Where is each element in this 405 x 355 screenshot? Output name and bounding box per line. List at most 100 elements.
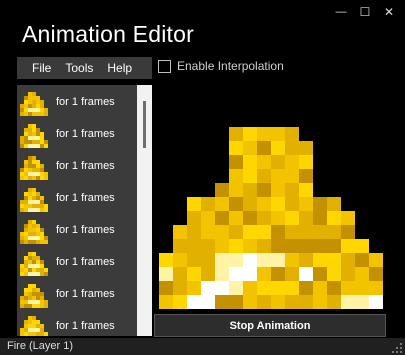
resize-grip-icon[interactable] [392,343,402,353]
stop-animation-button[interactable]: Stop Animation [154,314,386,337]
fire-pixel [243,267,257,281]
menu-help[interactable]: Help [100,61,139,75]
fire-pixel [243,155,257,169]
fire-pixel [327,295,341,309]
fire-pixel [215,281,229,295]
fire-pixel [257,267,271,281]
fire-pixel [257,295,271,309]
fire-pixel [299,239,313,253]
fire-pixel [243,169,257,183]
fire-pixel [313,225,327,239]
fire-pixel [341,281,355,295]
fire-pixel [327,253,341,267]
fire-pixel [299,197,313,211]
frame-thumbnail-icon [19,184,49,212]
fire-pixel [229,267,243,281]
fire-pixel [173,295,187,309]
menu-bar: File Tools Help [17,57,152,79]
status-text: Fire (Layer 1) [7,340,74,352]
frame-label: for 1 frames [56,95,115,108]
fire-pixel [369,253,383,267]
fire-pixel [285,169,299,183]
fire-pixel [299,183,313,197]
fire-pixel [187,295,201,309]
animation-preview-canvas[interactable] [159,117,383,309]
fire-pixel [271,155,285,169]
fire-pixel [215,253,229,267]
menu-file[interactable]: File [17,61,58,75]
fire-pixel [271,127,285,141]
fire-pixel [215,225,229,239]
fire-pixel [313,295,327,309]
fire-pixel [327,239,341,253]
fire-pixel [215,267,229,281]
fire-pixel [313,253,327,267]
minimize-button[interactable]: — [331,4,351,20]
fire-pixel [299,225,313,239]
fire-pixel [229,169,243,183]
fire-pixel [355,267,369,281]
frame-label: for 1 frames [56,159,115,172]
fire-pixel [187,253,201,267]
frame-item[interactable]: for 1 frames [19,87,139,116]
fire-pixel [369,267,383,281]
fire-pixel [257,281,271,295]
fire-pixel [229,183,243,197]
fire-pixel [271,225,285,239]
fire-pixel [285,183,299,197]
maximize-button[interactable]: ☐ [355,4,375,20]
frame-item[interactable]: for 1 frames [19,119,139,148]
scrollbar-thumb[interactable] [143,101,146,148]
frame-item[interactable]: for 1 frames [19,247,139,276]
fire-pixel [257,253,271,267]
fire-pixel [243,281,257,295]
fire-pixel [341,253,355,267]
fire-pixel [271,211,285,225]
fire-pixel [285,295,299,309]
thumbnail-pixel [44,175,48,180]
frame-label: for 1 frames [56,255,115,268]
frame-list-scrollbar[interactable] [137,85,152,336]
menu-tools[interactable]: Tools [58,61,100,75]
status-bar: Fire (Layer 1) [0,338,405,355]
fire-pixel [313,281,327,295]
interpolation-checkbox[interactable] [158,59,171,73]
close-button[interactable]: ✕ [379,4,399,20]
fire-pixel [257,183,271,197]
fire-pixel [285,239,299,253]
fire-pixel [201,281,215,295]
fire-pixel [355,253,369,267]
thumbnail-pixel [44,335,48,336]
fire-pixel [299,295,313,309]
frame-item[interactable]: for 1 frames [19,279,139,308]
fire-pixel [173,225,187,239]
fire-pixel [229,253,243,267]
frame-item[interactable]: for 1 frames [19,311,139,336]
window-controls: — ☐ ✕ [331,4,399,20]
fire-pixel [243,295,257,309]
fire-pixel [215,295,229,309]
fire-pixel [341,239,355,253]
fire-pixel [355,281,369,295]
fire-pixel [299,281,313,295]
fire-pixel [257,211,271,225]
fire-pixel [285,127,299,141]
fire-pixel [229,127,243,141]
frame-item[interactable]: for 1 frames [19,151,139,180]
fire-pixel [369,281,383,295]
frame-thumbnail-icon [19,120,49,148]
frame-item[interactable]: for 1 frames [19,183,139,212]
fire-pixel [341,211,355,225]
frame-item[interactable]: for 1 frames [19,215,139,244]
fire-pixel [313,267,327,281]
fire-pixel [341,225,355,239]
fire-pixel [327,225,341,239]
fire-pixel [257,127,271,141]
fire-pixel [201,225,215,239]
interpolation-toggle[interactable]: Enable Interpolation [158,59,284,73]
fire-pixel [327,211,341,225]
fire-pixel [285,141,299,155]
fire-pixel [159,281,173,295]
fire-pixel [271,267,285,281]
fire-pixel [215,211,229,225]
